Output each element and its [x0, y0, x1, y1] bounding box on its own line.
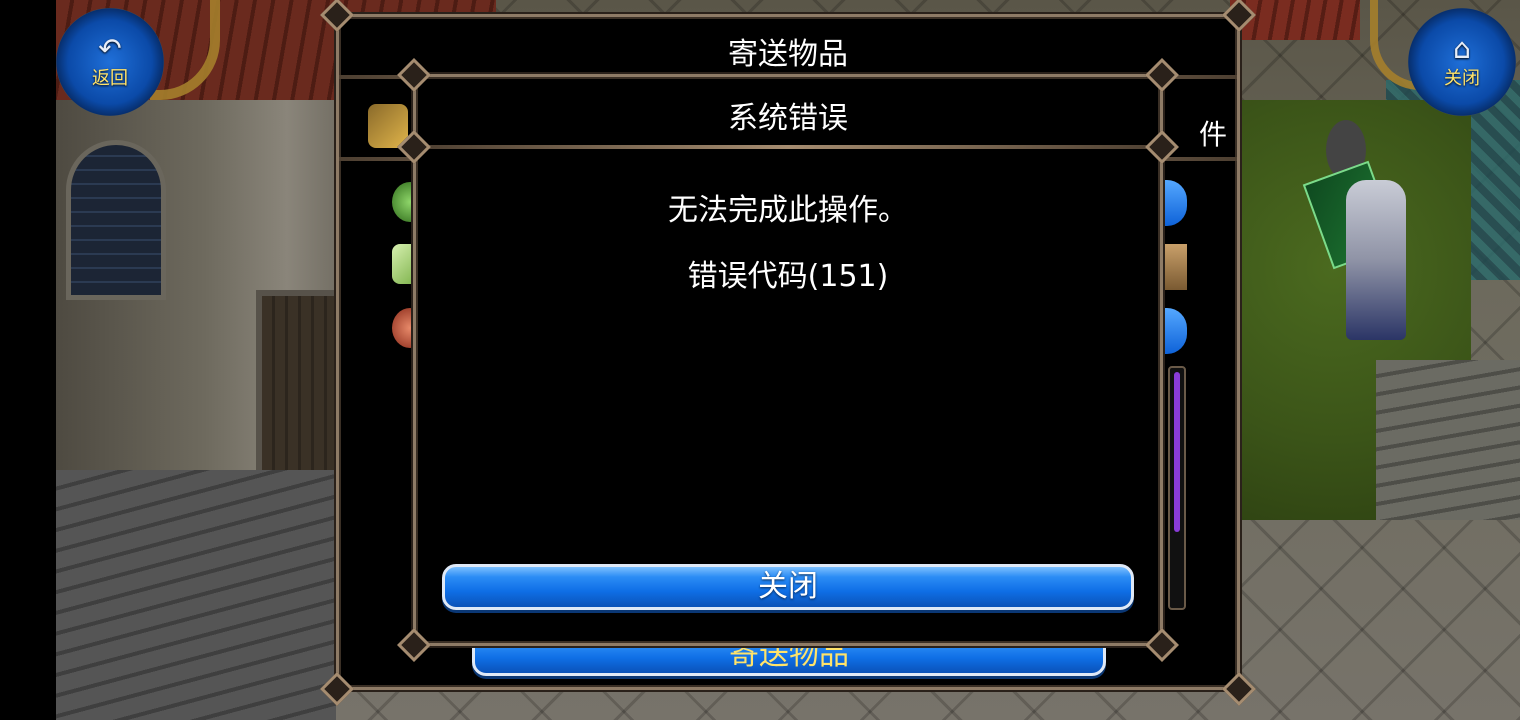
send-item-title: 寄送物品	[728, 37, 848, 72]
back-button-label: 返回	[92, 68, 128, 89]
back-button[interactable]: ↶ 返回	[56, 8, 164, 116]
stairs	[1376, 360, 1520, 520]
building-window	[66, 140, 166, 300]
dialog-close-button[interactable]: 关闭	[442, 564, 1134, 610]
stairs	[56, 470, 336, 720]
divider	[416, 145, 1160, 149]
character-body	[1346, 180, 1406, 340]
scrollbar[interactable]	[1168, 366, 1186, 610]
back-arrow-icon: ↶	[98, 32, 122, 65]
system-error-dialog: 系统错误 无法完成此操作。 错误代码(151)	[397, 58, 1179, 662]
home-icon: ⌂	[1453, 32, 1471, 65]
close-window-button[interactable]: ⌂ 关闭	[1408, 8, 1516, 116]
input-box[interactable]	[1165, 244, 1187, 290]
mail-tab-label[interactable]: 件	[1199, 113, 1227, 153]
error-code: 错误代码(151)	[687, 259, 889, 294]
error-message: 无法完成此操作。	[668, 193, 908, 228]
player-character[interactable]	[1302, 120, 1426, 360]
close-window-button-label: 关闭	[1444, 68, 1480, 89]
dialog-title: 系统错误	[728, 101, 848, 136]
scrollbar-thumb[interactable]	[1174, 372, 1180, 532]
